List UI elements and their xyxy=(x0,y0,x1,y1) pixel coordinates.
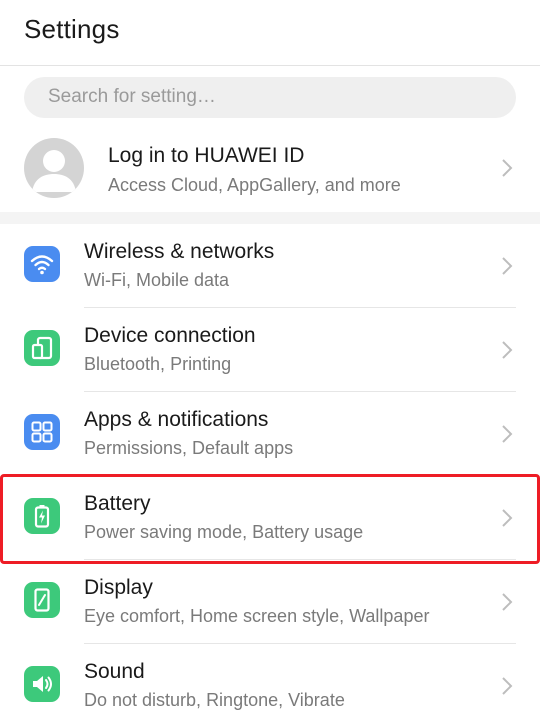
settings-item-subtitle: Bluetooth, Printing xyxy=(84,354,232,374)
settings-item-subtitle: Do not disturb, Ringtone, Vibrate xyxy=(84,690,345,710)
settings-item-sound[interactable]: Sound Do not disturb, Ringtone, Vibrate xyxy=(0,644,540,728)
settings-list: Wireless & networks Wi-Fi, Mobile data D… xyxy=(0,224,540,728)
settings-item-title: Apps & notifications xyxy=(84,408,269,431)
section-divider xyxy=(0,212,540,224)
speaker-icon xyxy=(24,666,60,702)
person-icon xyxy=(32,150,76,192)
avatar xyxy=(24,138,84,198)
wifi-icon xyxy=(24,246,60,282)
apps-grid-icon xyxy=(24,414,60,450)
chevron-right-icon xyxy=(502,341,513,359)
chevron-right-icon xyxy=(502,593,513,611)
search-input[interactable]: Search for setting… xyxy=(48,86,216,108)
settings-item-battery[interactable]: Battery Power saving mode, Battery usage xyxy=(0,476,540,560)
settings-item-title: Sound xyxy=(84,660,145,683)
settings-item-wireless-networks[interactable]: Wireless & networks Wi-Fi, Mobile data xyxy=(0,224,540,308)
settings-item-title: Device connection xyxy=(84,324,256,347)
display-icon xyxy=(24,582,60,618)
search-bar[interactable]: Search for setting… xyxy=(24,77,516,118)
device-connection-icon xyxy=(24,330,60,366)
account-title: Log in to HUAWEI ID xyxy=(108,144,305,167)
app-header: Settings xyxy=(0,0,540,66)
chevron-right-icon xyxy=(502,677,513,695)
huawei-id-login-row[interactable]: Log in to HUAWEI ID Access Cloud, AppGal… xyxy=(0,124,540,212)
settings-item-title: Wireless & networks xyxy=(84,240,275,263)
settings-item-device-connection[interactable]: Device connection Bluetooth, Printing xyxy=(0,308,540,392)
settings-item-subtitle: Permissions, Default apps xyxy=(84,438,294,458)
chevron-right-icon xyxy=(502,425,513,443)
chevron-right-icon xyxy=(502,159,513,177)
chevron-right-icon xyxy=(502,257,513,275)
page-title: Settings xyxy=(24,14,120,44)
settings-item-subtitle: Eye comfort, Home screen style, Wallpape… xyxy=(84,606,430,626)
account-subtitle: Access Cloud, AppGallery, and more xyxy=(108,175,401,195)
settings-item-display[interactable]: Display Eye comfort, Home screen style, … xyxy=(0,560,540,644)
settings-item-subtitle: Wi-Fi, Mobile data xyxy=(84,270,230,290)
settings-item-apps-notifications[interactable]: Apps & notifications Permissions, Defaul… xyxy=(0,392,540,476)
settings-item-subtitle: Power saving mode, Battery usage xyxy=(84,522,364,542)
settings-item-title: Display xyxy=(84,576,153,599)
settings-item-title: Battery xyxy=(84,492,151,515)
chevron-right-icon xyxy=(502,509,513,527)
battery-icon xyxy=(24,498,60,534)
